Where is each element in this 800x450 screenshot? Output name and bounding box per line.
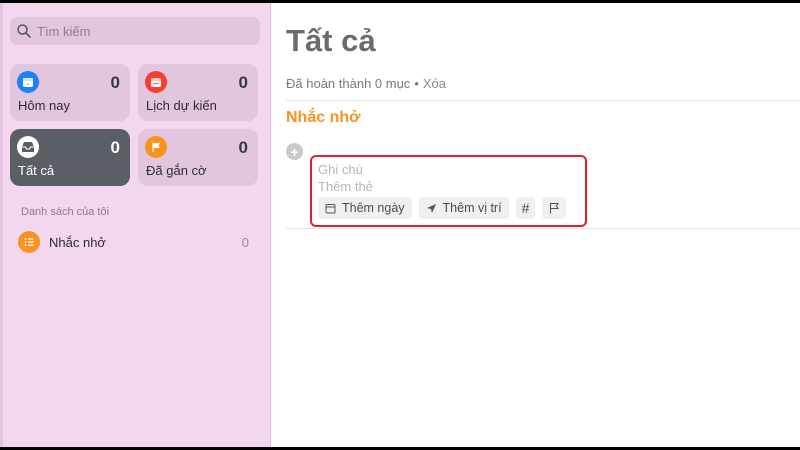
divider (286, 100, 800, 101)
smart-list-label: Tất cả (18, 163, 55, 178)
hashtag-icon: # (521, 200, 530, 216)
calendar-icon (325, 203, 336, 213)
search-icon (17, 24, 31, 38)
smart-list-all[interactable]: 0 Tất cả (10, 129, 130, 186)
page-title: Tất cả (286, 23, 376, 58)
tags-field[interactable]: Thêm thẻ (318, 179, 373, 194)
add-flag-button[interactable] (542, 197, 567, 219)
separator-dot: • (414, 76, 419, 91)
app-window: • 0 Hôm nay 0 Lịch dự kiến 0 Tất cả 0 Đã… (0, 3, 800, 447)
add-date-label: Thêm ngày (342, 201, 405, 215)
tray-icon (17, 136, 39, 158)
add-location-button[interactable]: Thêm vị trí (418, 197, 509, 219)
main-content: Tất cả Đã hoàn thành 0 mục • Xóa Nhắc nhở … (272, 3, 800, 447)
flag-icon (145, 136, 167, 158)
completed-count-text: Đã hoàn thành 0 mục (286, 76, 411, 91)
location-arrow-icon (426, 203, 436, 213)
clear-completed-button[interactable]: Xóa (423, 76, 446, 91)
smart-list-flagged[interactable]: 0 Đã gắn cờ (138, 129, 258, 186)
calendar-scheduled-icon (145, 71, 167, 93)
add-location-label: Thêm vị trí (442, 201, 502, 215)
add-date-button[interactable]: Thêm ngày (318, 197, 412, 219)
list-item-name: Nhắc nhở (49, 234, 106, 250)
list-group-title: Nhắc nhở (286, 109, 361, 126)
completed-status: Đã hoàn thành 0 mục • Xóa (286, 76, 446, 91)
sidebar: • 0 Hôm nay 0 Lịch dự kiến 0 Tất cả 0 Đã… (3, 3, 271, 447)
search-box[interactable] (10, 17, 260, 45)
smart-list-label: Hôm nay (18, 98, 71, 113)
list-bullets-icon (18, 231, 40, 253)
smart-list-count: 0 (110, 73, 120, 92)
my-lists-heading: Danh sách của tôi (21, 206, 110, 218)
smart-list-count: 0 (110, 138, 120, 157)
search-input[interactable] (37, 23, 237, 39)
smart-list-label: Lịch dự kiến (146, 98, 217, 113)
list-item-reminders[interactable]: Nhắc nhở 0 (18, 229, 253, 255)
notes-field[interactable]: Ghi chú (318, 162, 363, 177)
add-reminder-icon[interactable]: + (286, 143, 303, 160)
smart-list-today[interactable]: • 0 Hôm nay (10, 64, 130, 121)
smart-list-label: Đã gắn cờ (146, 163, 207, 178)
divider (286, 228, 800, 229)
add-tag-button[interactable]: # (515, 197, 536, 219)
flag-outline-icon (550, 202, 560, 214)
smart-list-scheduled[interactable]: 0 Lịch dự kiến (138, 64, 258, 121)
new-reminder-editor: Ghi chú Thêm thẻ Thêm ngày Thêm vị trí # (310, 155, 587, 227)
calendar-today-icon: • (17, 71, 39, 93)
smart-list-count: 0 (238, 138, 248, 157)
list-item-count: 0 (241, 234, 249, 250)
svg-text:•: • (27, 82, 29, 88)
smart-list-count: 0 (238, 73, 248, 92)
reminder-options: Thêm ngày Thêm vị trí # (318, 197, 567, 219)
